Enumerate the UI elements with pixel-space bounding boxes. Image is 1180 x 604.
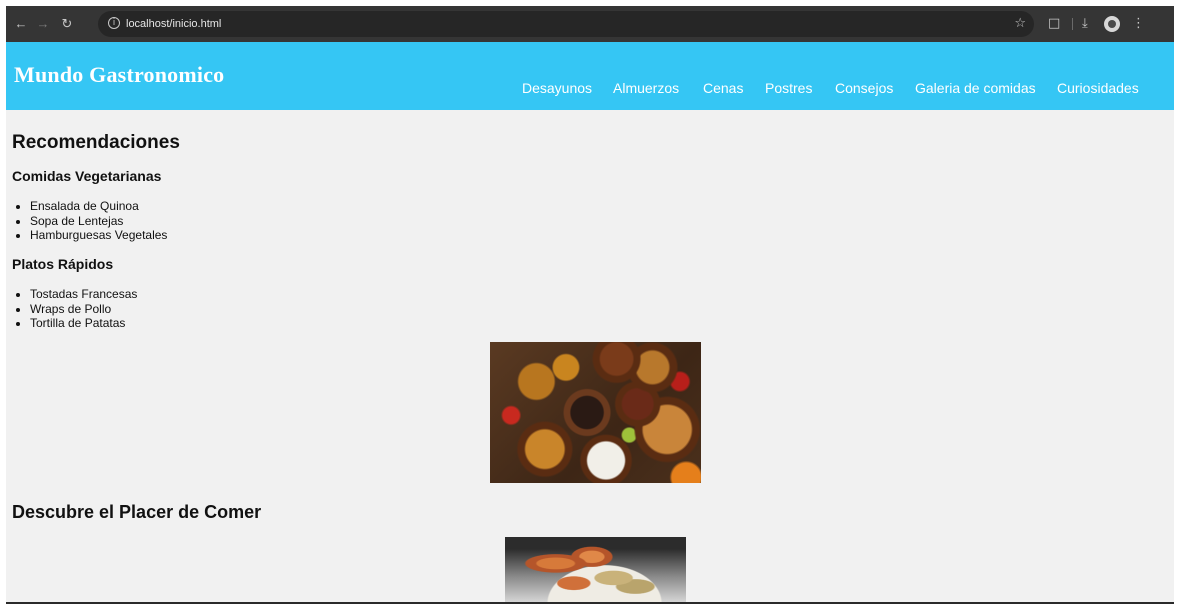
list-comidas-vegetarianas: Ensalada de Quinoa Sopa de Lentejas Hamb… [12, 199, 167, 243]
download-icon[interactable]: ⤓ [1082, 6, 1088, 42]
toolbar-divider [1072, 18, 1073, 30]
list-item: Sopa de Lentejas [30, 214, 167, 229]
subheading-platos-rapidos: Platos Rápidos [12, 256, 114, 272]
nav-link-desayunos[interactable]: Desayunos [522, 80, 592, 96]
shrimp-dish-image [505, 537, 686, 602]
info-icon[interactable]: i [108, 17, 120, 29]
forward-button[interactable]: → [32, 6, 54, 42]
browser-toolbar: ← → ↻ i localhost/inicio.html ☆ □ ⤓ ⋮ [6, 6, 1174, 42]
nav-link-galeria[interactable]: Galeria de comidas [915, 80, 1036, 96]
list-platos-rapidos: Tostadas Francesas Wraps de Pollo Tortil… [12, 287, 137, 331]
reload-icon: ↻ [61, 17, 73, 32]
arrow-right-icon: → [36, 16, 50, 31]
reload-button[interactable]: ↻ [56, 6, 78, 42]
list-item: Tostadas Francesas [30, 287, 137, 302]
back-button[interactable]: ← [10, 6, 32, 42]
list-item: Tortilla de Patatas [30, 316, 137, 331]
site-header: Mundo Gastronomico Desayunos Almuerzos C… [6, 42, 1174, 110]
nav-link-postres[interactable]: Postres [765, 80, 812, 96]
url-text[interactable]: localhost/inicio.html [126, 11, 221, 37]
star-icon[interactable]: ☆ [1014, 11, 1026, 37]
main-nav: Desayunos Almuerzos Cenas Postres Consej… [6, 80, 1174, 100]
nav-link-almuerzos[interactable]: Almuerzos [613, 80, 679, 96]
food-platter-image [490, 342, 701, 483]
heading-descubre: Descubre el Placer de Comer [12, 502, 262, 522]
kebab-menu-icon[interactable]: ⋮ [1132, 6, 1145, 42]
address-bar[interactable]: i localhost/inicio.html ☆ [98, 11, 1034, 37]
page-viewport: Mundo Gastronomico Desayunos Almuerzos C… [6, 42, 1174, 602]
list-item: Ensalada de Quinoa [30, 199, 167, 214]
puzzle-icon[interactable]: □ [1048, 6, 1060, 42]
arrow-left-icon: ← [14, 16, 28, 31]
heading-recomendaciones: Recomendaciones [12, 132, 180, 153]
list-item: Wraps de Pollo [30, 302, 137, 317]
avatar[interactable] [1104, 16, 1120, 32]
nav-link-cenas[interactable]: Cenas [703, 80, 743, 96]
subheading-comidas-vegetarianas: Comidas Vegetarianas [12, 168, 162, 184]
nav-link-curiosidades[interactable]: Curiosidades [1057, 80, 1139, 96]
list-item: Hamburguesas Vegetales [30, 228, 167, 243]
nav-link-consejos[interactable]: Consejos [835, 80, 893, 96]
